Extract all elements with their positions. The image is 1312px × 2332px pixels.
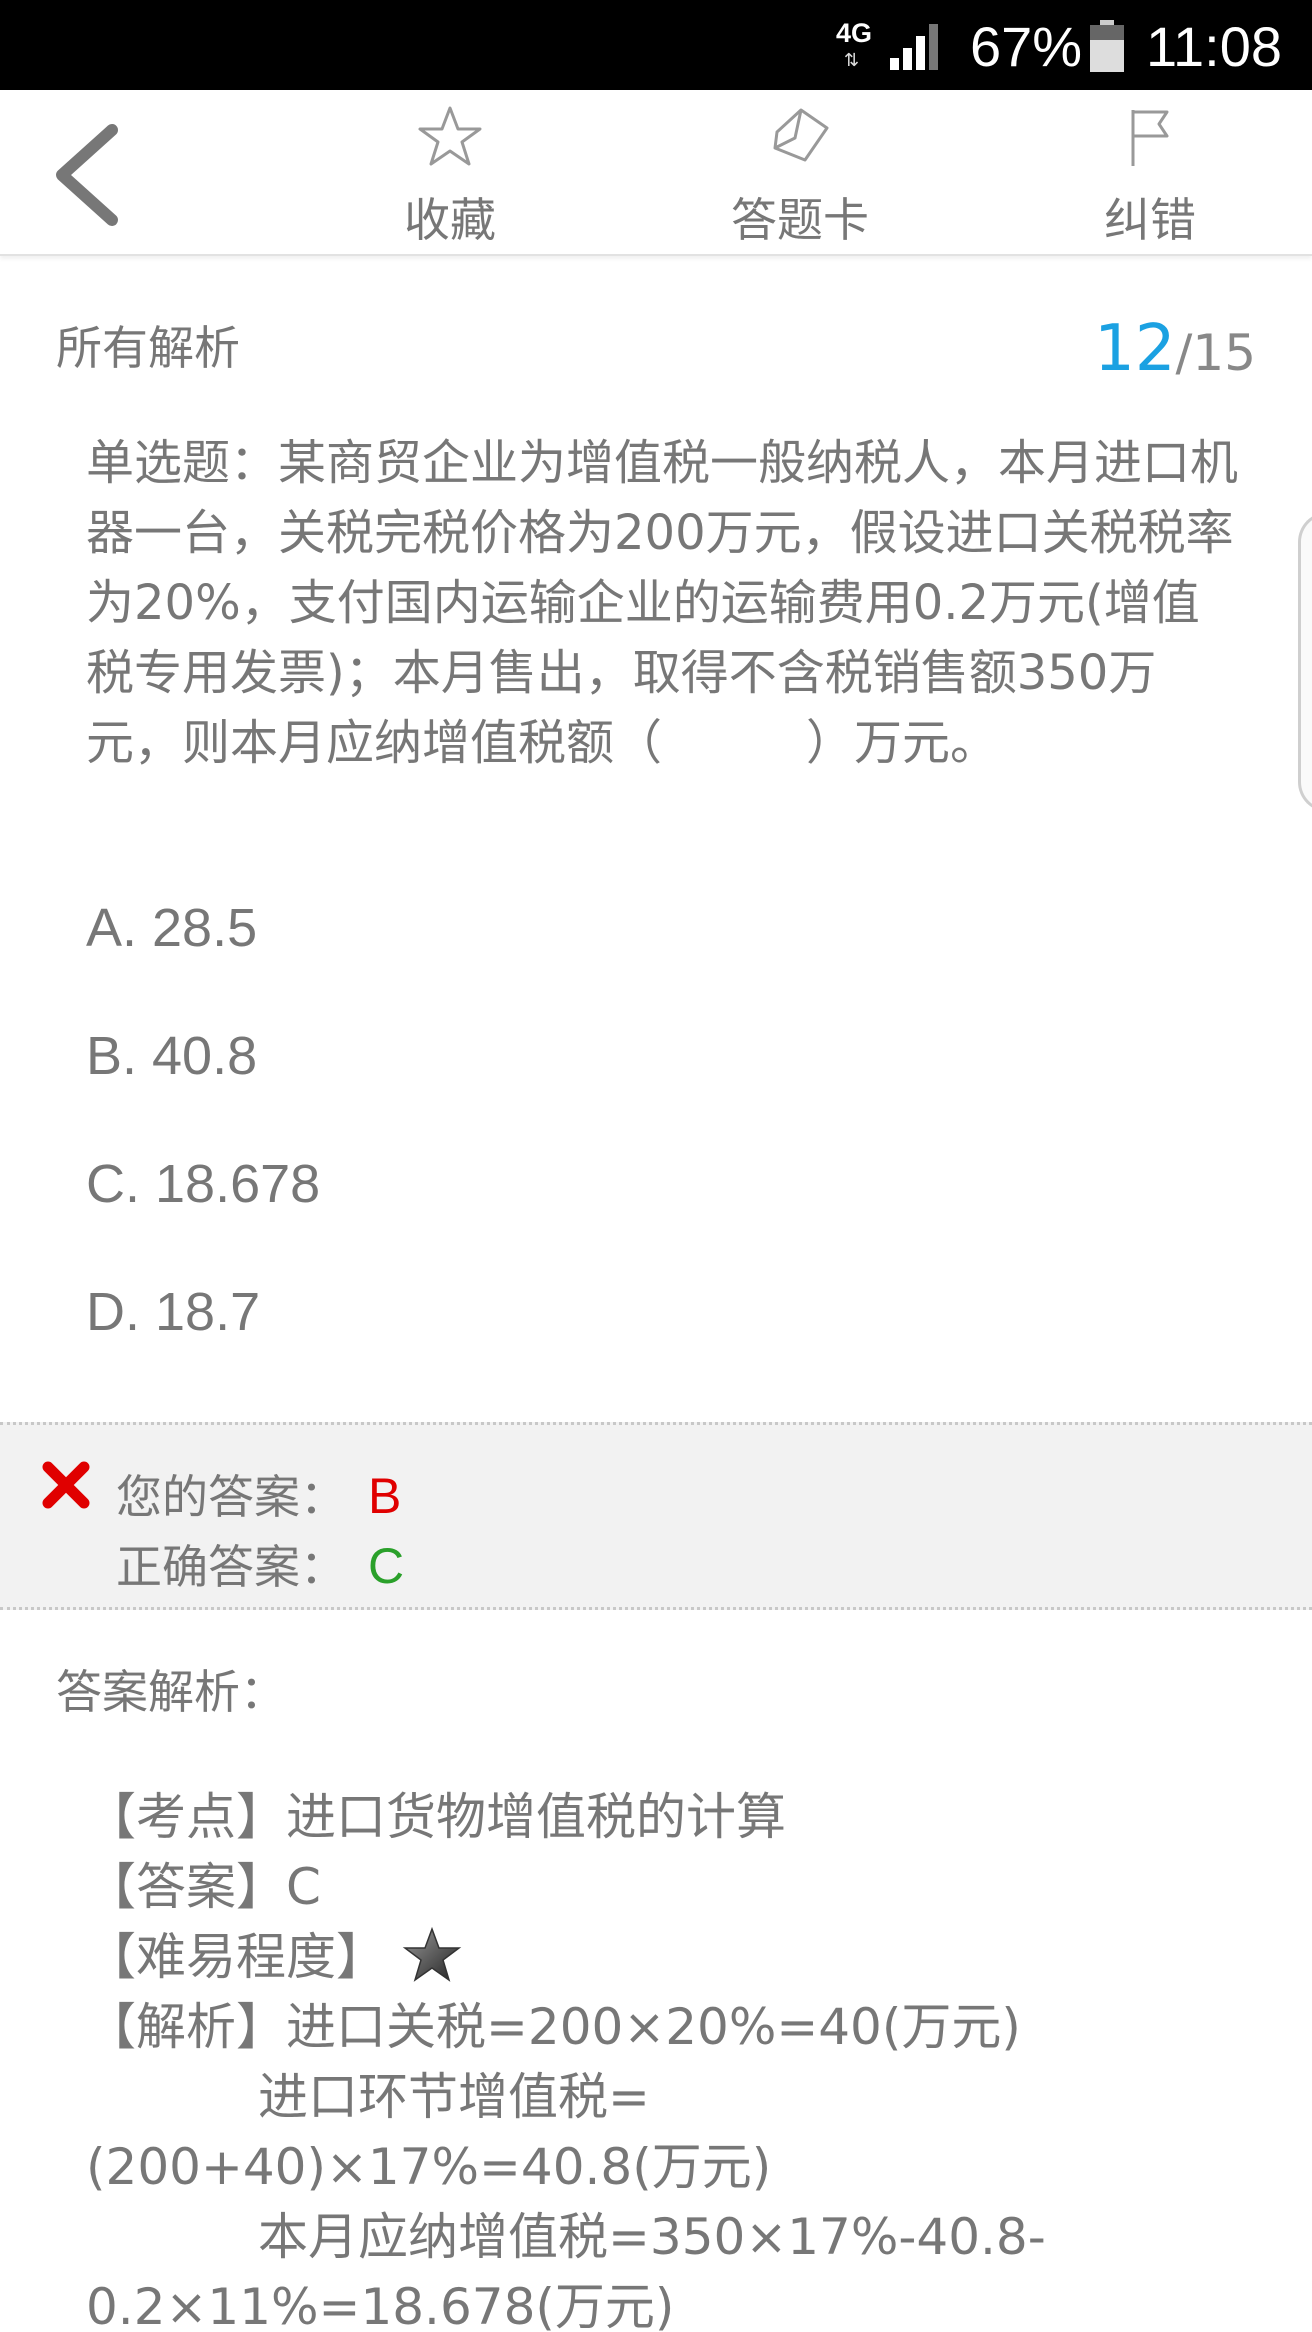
options-list: A. 28.5 B. 40.8 C. 18.678 D. 18.7 (86, 896, 320, 1408)
report-error-label: 纠错 (1104, 193, 1196, 247)
current-question-number: 12 (1094, 312, 1176, 386)
flag-icon (1131, 110, 1169, 166)
battery-icon (1090, 20, 1124, 72)
side-drawer-handle[interactable] (1298, 512, 1312, 812)
wrong-x-icon (42, 1461, 90, 1509)
favorite-button[interactable]: 收藏 (340, 102, 560, 252)
correct-answer-row: 正确答案： C (116, 1531, 404, 1597)
analysis-line: 【答案】C (86, 1858, 321, 1916)
answer-card-button[interactable]: 答题卡 (690, 102, 910, 252)
answer-card-label: 答题卡 (731, 193, 869, 247)
answer-result-panel: 您的答案： B 正确答案： C (0, 1422, 1312, 1610)
star-outline-icon (418, 106, 482, 166)
your-answer-row: 您的答案： B (116, 1461, 401, 1527)
battery-percent: 67% (970, 15, 1083, 78)
section-title: 所有解析 (56, 321, 240, 375)
difficulty-star-icon (402, 1926, 462, 1982)
option-c[interactable]: C. 18.678 (86, 1152, 320, 1280)
difficulty-label: 【难易程度】 (86, 1928, 386, 1986)
clock: 11:08 (1146, 15, 1282, 78)
option-a[interactable]: A. 28.5 (86, 896, 320, 1024)
analysis-line: 0.2×11%=18.678(万元) (86, 2278, 675, 2332)
analysis-line: 进口环节增值税= (258, 2068, 650, 2126)
option-d[interactable]: D. 18.7 (86, 1280, 320, 1408)
question-text: 单选题：某商贸企业为增值税一般纳税人，本月进口机器一台，关税完税价格为200万元… (86, 435, 1239, 771)
status-bar: 4G ⇅ 67% 11:08 (0, 0, 1312, 90)
network-type: 4G (836, 18, 873, 48)
back-icon[interactable] (40, 120, 130, 230)
option-b[interactable]: B. 40.8 (86, 1024, 320, 1152)
answer-card-icon (773, 108, 829, 162)
analysis-title: 答案解析： (56, 1665, 286, 1719)
data-arrows-icon: ⇅ (844, 50, 860, 71)
question-progress: 12/15 (1094, 312, 1256, 386)
signal-icon (890, 24, 938, 70)
correct-answer-value: C (368, 1538, 405, 1594)
analysis-line: 【难易程度】 (86, 1922, 1266, 1992)
analysis-line: 本月应纳增值税=350×17%-40.8- (258, 2208, 1046, 2266)
analysis-line: (200+40)×17%=40.8(万元) (86, 2138, 772, 2196)
network-icon: 4G ⇅ (832, 18, 878, 74)
analysis-line: 【解析】进口关税=200×20%=40(万元) (86, 1998, 1021, 2056)
correct-answer-label: 正确答案： (116, 1540, 346, 1594)
favorite-label: 收藏 (404, 193, 496, 247)
top-toolbar: 收藏 答题卡 纠错 (0, 90, 1312, 256)
analysis-line: 【考点】进口货物增值税的计算 (86, 1788, 786, 1846)
your-answer-value: B (368, 1468, 402, 1524)
report-error-button[interactable]: 纠错 (1040, 102, 1260, 252)
total-questions: /15 (1175, 324, 1256, 382)
your-answer-label: 您的答案： (116, 1470, 346, 1524)
analysis-body: 【考点】进口货物增值税的计算 【答案】C 【难易程度】 【解析】进口关税=200… (86, 1782, 1266, 2332)
